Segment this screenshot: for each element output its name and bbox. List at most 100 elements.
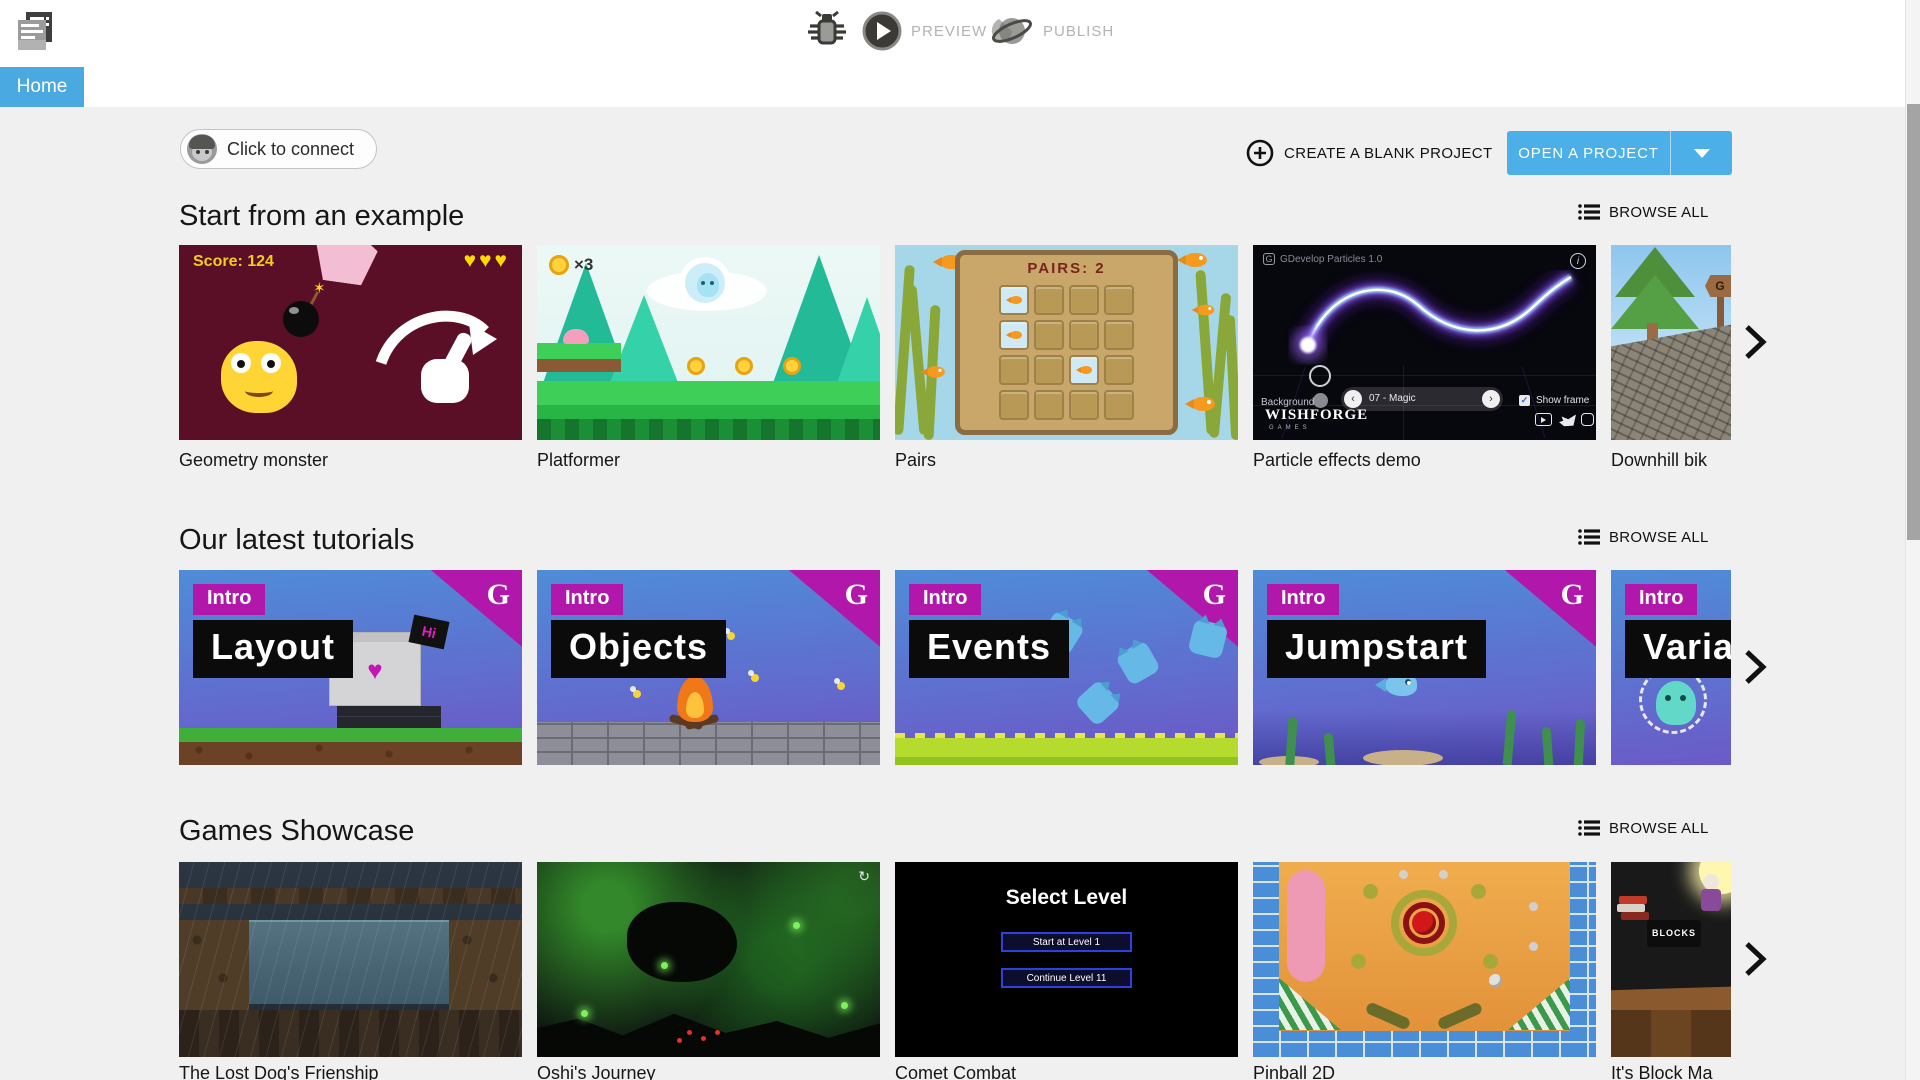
browse-all-showcase[interactable]: BROWSE ALL [1578,819,1709,837]
card-label: Geometry monster [179,450,329,470]
fire-shape [677,676,713,722]
example-card-downhill[interactable]: G [1611,245,1731,440]
section-title-examples: Start from an example [179,200,465,232]
avatar-icon [187,134,217,164]
youtube-icon [1535,413,1552,426]
tutorial-card-objects[interactable]: G Intro Objects [537,570,880,765]
examples-carousel: Score: 124 ♥♥♥ ✶ ×3 PAIRS: 2 G GDevelop … [0,245,1731,477]
coin-counter: ×3 [549,255,593,275]
wishforge-logo: WISHFORGE [1265,407,1369,423]
card-label: Particle effects demo [1253,450,1421,470]
showcase-card-comet-combat[interactable]: Select Level Start at Level 1 Continue L… [895,862,1238,1057]
publish-label: PUBLISH [1043,22,1115,40]
restart-icon: ↻ [858,868,870,884]
carousel-next-examples[interactable] [1742,324,1768,360]
create-blank-project-button[interactable]: CREATE A BLANK PROJECT [1246,136,1493,170]
slime-enemy [563,329,589,344]
intro-badge: Intro [551,584,624,615]
vertical-scrollbar-thumb[interactable] [1907,104,1920,540]
example-card-particle-effects[interactable]: G GDevelop Particles 1.0 i Background ‹ … [1253,245,1596,440]
open-project-label: OPEN A PROJECT [1518,144,1659,162]
goal-sign: G [1705,275,1731,297]
tutorial-card-variables[interactable]: +1 Intro Variab [1611,570,1731,765]
example-card-platformer[interactable]: ×3 [537,245,880,440]
tutorial-card-jumpstart[interactable]: G Intro Jumpstart [1253,570,1596,765]
browse-all-examples[interactable]: BROWSE ALL [1578,203,1709,221]
tab-home-label: Home [16,76,68,97]
knob-control [1309,365,1331,387]
list-icon [1578,820,1600,836]
open-project-split-button: OPEN A PROJECT [1507,131,1732,175]
plus-circle-icon [1246,139,1274,167]
gdevelop-logo: G [1202,578,1226,611]
alien-character [697,273,719,297]
tutorial-card-events[interactable]: G Intro Events [895,570,1238,765]
open-project-dropdown-button[interactable] [1670,131,1732,175]
showcase-card-lost-dog[interactable] [179,862,522,1057]
gdevelop-logo: G [1560,578,1584,611]
showcase-card-blocks[interactable]: BLOCKS [1611,862,1731,1057]
lives-hearts: ♥♥♥ [463,249,510,272]
connect-button-label: Click to connect [227,138,355,159]
tutorial-title: Objects [551,620,727,678]
tutorials-carousel: G ♥ Hi Intro Layout G Intro Objects G In… [0,570,1731,765]
list-icon [1578,204,1600,220]
ghost-character [1656,681,1696,725]
prev-effect-icon: ‹ [1344,390,1362,408]
chevron-down-icon [1693,148,1710,158]
character-body [1701,889,1721,911]
info-icon: i [1570,253,1586,269]
pinball-table [1279,862,1570,1031]
project-manager-icon [18,12,52,50]
section-title-showcase: Games Showcase [179,815,415,847]
section-title-tutorials: Our latest tutorials [179,524,415,556]
browse-all-label: BROWSE ALL [1609,203,1709,221]
card-label: Comet Combat [895,1063,1017,1080]
browse-all-tutorials[interactable]: BROWSE ALL [1578,528,1709,546]
example-card-pairs[interactable]: PAIRS: 2 [895,245,1238,440]
show-frame-checkbox: ✓ [1519,395,1530,406]
carousel-next-tutorials[interactable] [1742,649,1768,685]
gdevelop-logo: G [844,578,868,611]
preview-button[interactable]: PREVIEW [862,9,987,53]
tab-home[interactable]: Home [0,67,84,107]
project-manager-button[interactable] [12,8,56,52]
card-label: Pairs [895,450,937,470]
tutorial-title: Layout [193,620,354,678]
pinball-ball [1489,974,1502,987]
intro-badge: Intro [1267,584,1340,615]
preview-label: PREVIEW [911,22,988,40]
score-text: Score: 124 [193,253,274,270]
pairs-title: PAIRS: 2 [1027,260,1106,277]
play-icon [862,11,902,51]
card-label: Platformer [537,450,621,470]
showcase-card-oshi[interactable]: ↻ [537,862,880,1057]
create-blank-project-label: CREATE A BLANK PROJECT [1284,144,1493,162]
gdevelop-logo: G [486,578,510,611]
card-label: Downhill bik [1611,450,1708,470]
list-icon [1578,529,1600,545]
gdevelop-home-screen: PREVIEW PUBLISH Home Click to connect CR… [0,0,1920,1080]
carousel-next-showcase[interactable] [1742,941,1768,977]
tutorial-card-layout[interactable]: G ♥ Hi Intro Layout [179,570,522,765]
top-toolbar: PREVIEW PUBLISH Home [0,0,1920,107]
rain-overlay [179,862,522,1057]
card-label: Pinball 2D [1253,1063,1336,1080]
player-bubble [679,257,731,309]
showcase-carousel: ↻ Select Level Start at Level 1 Continue… [0,862,1731,1080]
bomb-shape [283,301,319,337]
next-effect-icon: › [1482,390,1500,408]
debug-button[interactable] [806,9,848,53]
tutorial-title: Jumpstart [1267,620,1487,678]
planet-icon [991,18,1032,44]
example-card-geometry-monster[interactable]: Score: 124 ♥♥♥ ✶ [179,245,522,440]
show-frame-label: Show frame [1536,395,1590,406]
publish-button[interactable]: PUBLISH [990,9,1114,53]
card-label: Oshi's Journey [537,1063,656,1080]
pairs-board: PAIRS: 2 [955,250,1178,435]
card-label: The Lost Dog's Frienship [179,1063,379,1080]
connect-button[interactable]: Click to connect [180,129,378,169]
open-project-button[interactable]: OPEN A PROJECT [1507,131,1670,175]
vertical-scrollbar-track[interactable] [1905,0,1920,1080]
showcase-card-pinball[interactable] [1253,862,1596,1057]
